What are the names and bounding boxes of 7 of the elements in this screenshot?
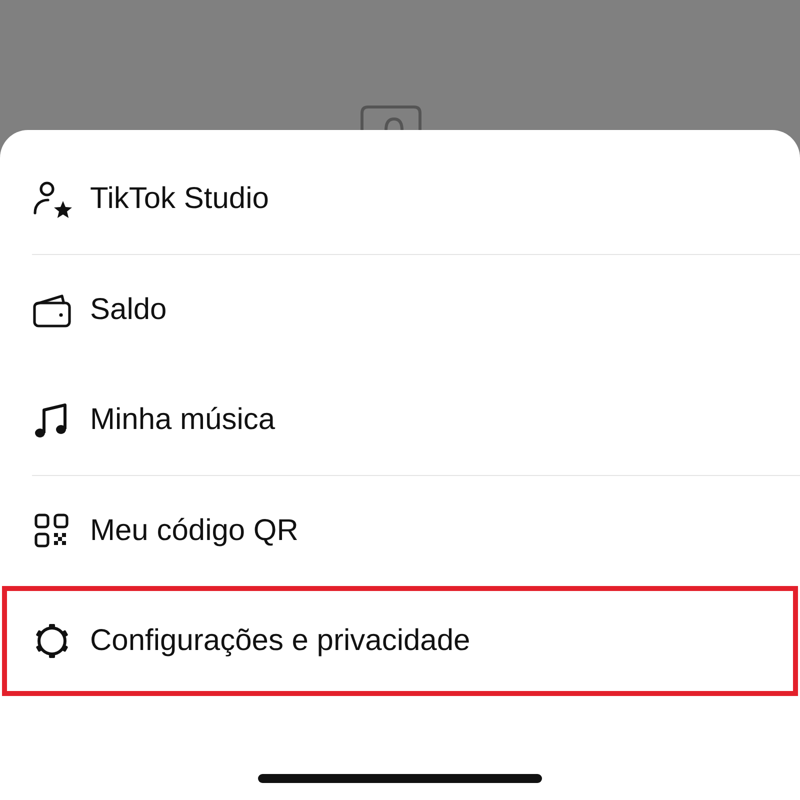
- menu-item[interactable]: Configurações e privacidade: [2, 586, 798, 696]
- rounded-square-icon: [360, 105, 422, 130]
- menu-item[interactable]: TikTok Studio: [2, 144, 798, 254]
- person-star-icon: [32, 179, 72, 219]
- menu-item[interactable]: Meu código QR: [2, 476, 798, 586]
- menu-item[interactable]: Saldo: [2, 255, 798, 365]
- menu-item[interactable]: Minha música: [2, 365, 798, 475]
